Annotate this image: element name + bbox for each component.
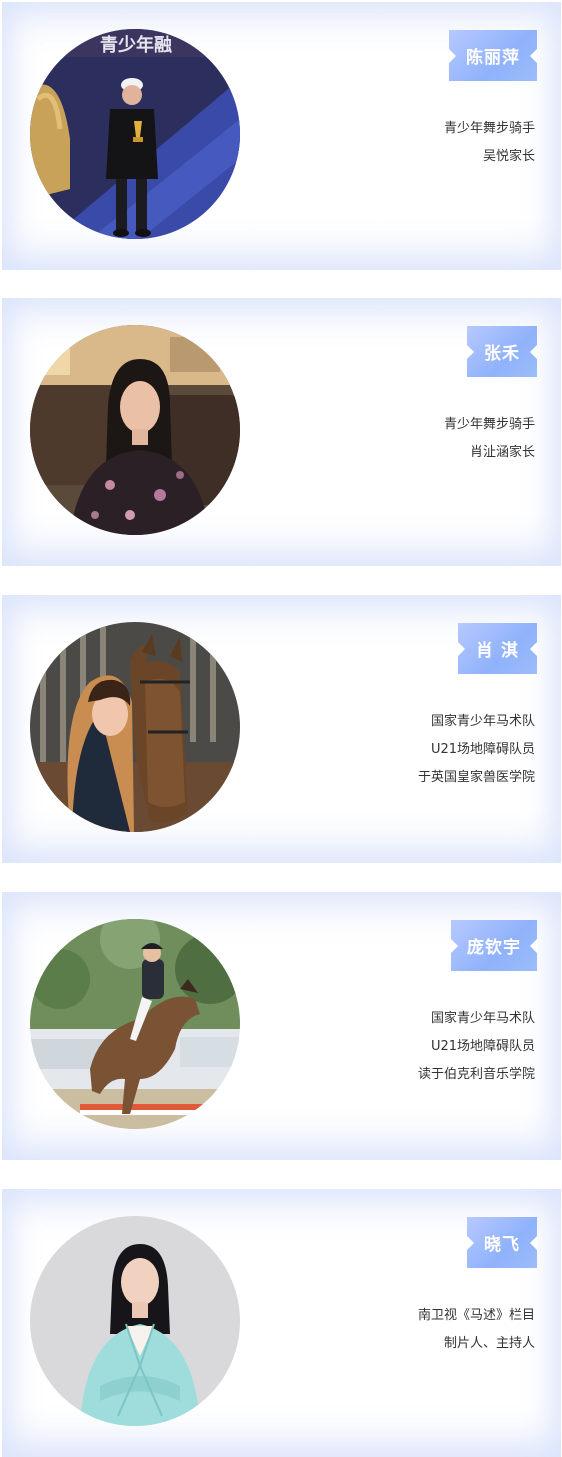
profile-description: 国家青少年马术队 U21场地障碍队员 于英国皇家兽医学院 xyxy=(418,708,535,792)
profile-card: 庞钦宇 国家青少年马术队 U21场地障碍队员 读于伯克利音乐学院 xyxy=(2,892,561,1160)
profile-description: 国家青少年马术队 U21场地障碍队员 读于伯克利音乐学院 xyxy=(418,1005,535,1089)
woman-portrait-photo xyxy=(30,325,240,535)
description-line: 国家青少年马术队 xyxy=(430,1011,535,1026)
profile-description: 青少年舞步骑手 肖沚涵家长 xyxy=(444,411,535,467)
profile-photo xyxy=(30,919,240,1129)
description-line: 青少年舞步骑手 xyxy=(443,121,535,136)
profile-card: 张禾 青少年舞步骑手 肖沚涵家长 xyxy=(2,298,561,566)
description-line: U21场地障碍队员 xyxy=(430,1039,535,1054)
description-line: 肖沚涵家长 xyxy=(469,445,535,460)
description-line: 读于伯克利音乐学院 xyxy=(417,1067,535,1082)
description-line: 制片人、主持人 xyxy=(443,1336,535,1351)
description-line: 南卫视《马述》栏目 xyxy=(417,1308,535,1323)
woman-with-horse-photo xyxy=(30,622,240,832)
profile-photo xyxy=(30,325,240,535)
profile-card: 肖 淇 国家青少年马术队 U21场地障碍队员 于英国皇家兽医学院 xyxy=(2,595,561,863)
description-line: 吴悦家长 xyxy=(482,149,535,164)
name-tag: 庞钦宇 xyxy=(451,920,537,971)
description-line: U21场地障碍队员 xyxy=(430,742,535,757)
profile-card: 晓飞 南卫视《马述》栏目 制片人、主持人 xyxy=(2,1189,561,1457)
profile-photo xyxy=(30,1216,240,1426)
backdrop-text: 青少年融 xyxy=(100,34,172,56)
profile-card: 青少年融 陈丽萍 青少年舞步骑手 吴悦家长 xyxy=(2,2,561,270)
name-tag: 晓飞 xyxy=(467,1217,537,1268)
name-tag: 肖 淇 xyxy=(458,623,537,674)
profile-description: 青少年舞步骑手 吴悦家长 xyxy=(444,115,535,171)
description-line: 于英国皇家兽医学院 xyxy=(417,770,535,785)
profile-photo xyxy=(30,622,240,832)
profile-photo: 青少年融 xyxy=(30,29,240,239)
description-line: 国家青少年马术队 xyxy=(430,714,535,729)
person-with-trophy-photo: 青少年融 xyxy=(30,29,240,239)
profile-description: 南卫视《马述》栏目 制片人、主持人 xyxy=(418,1302,535,1358)
name-tag: 张禾 xyxy=(467,326,537,377)
host-portrait-photo xyxy=(30,1216,240,1426)
description-line: 青少年舞步骑手 xyxy=(443,417,535,432)
rider-jumping-horse-photo xyxy=(30,919,240,1129)
name-tag: 陈丽萍 xyxy=(449,30,537,81)
